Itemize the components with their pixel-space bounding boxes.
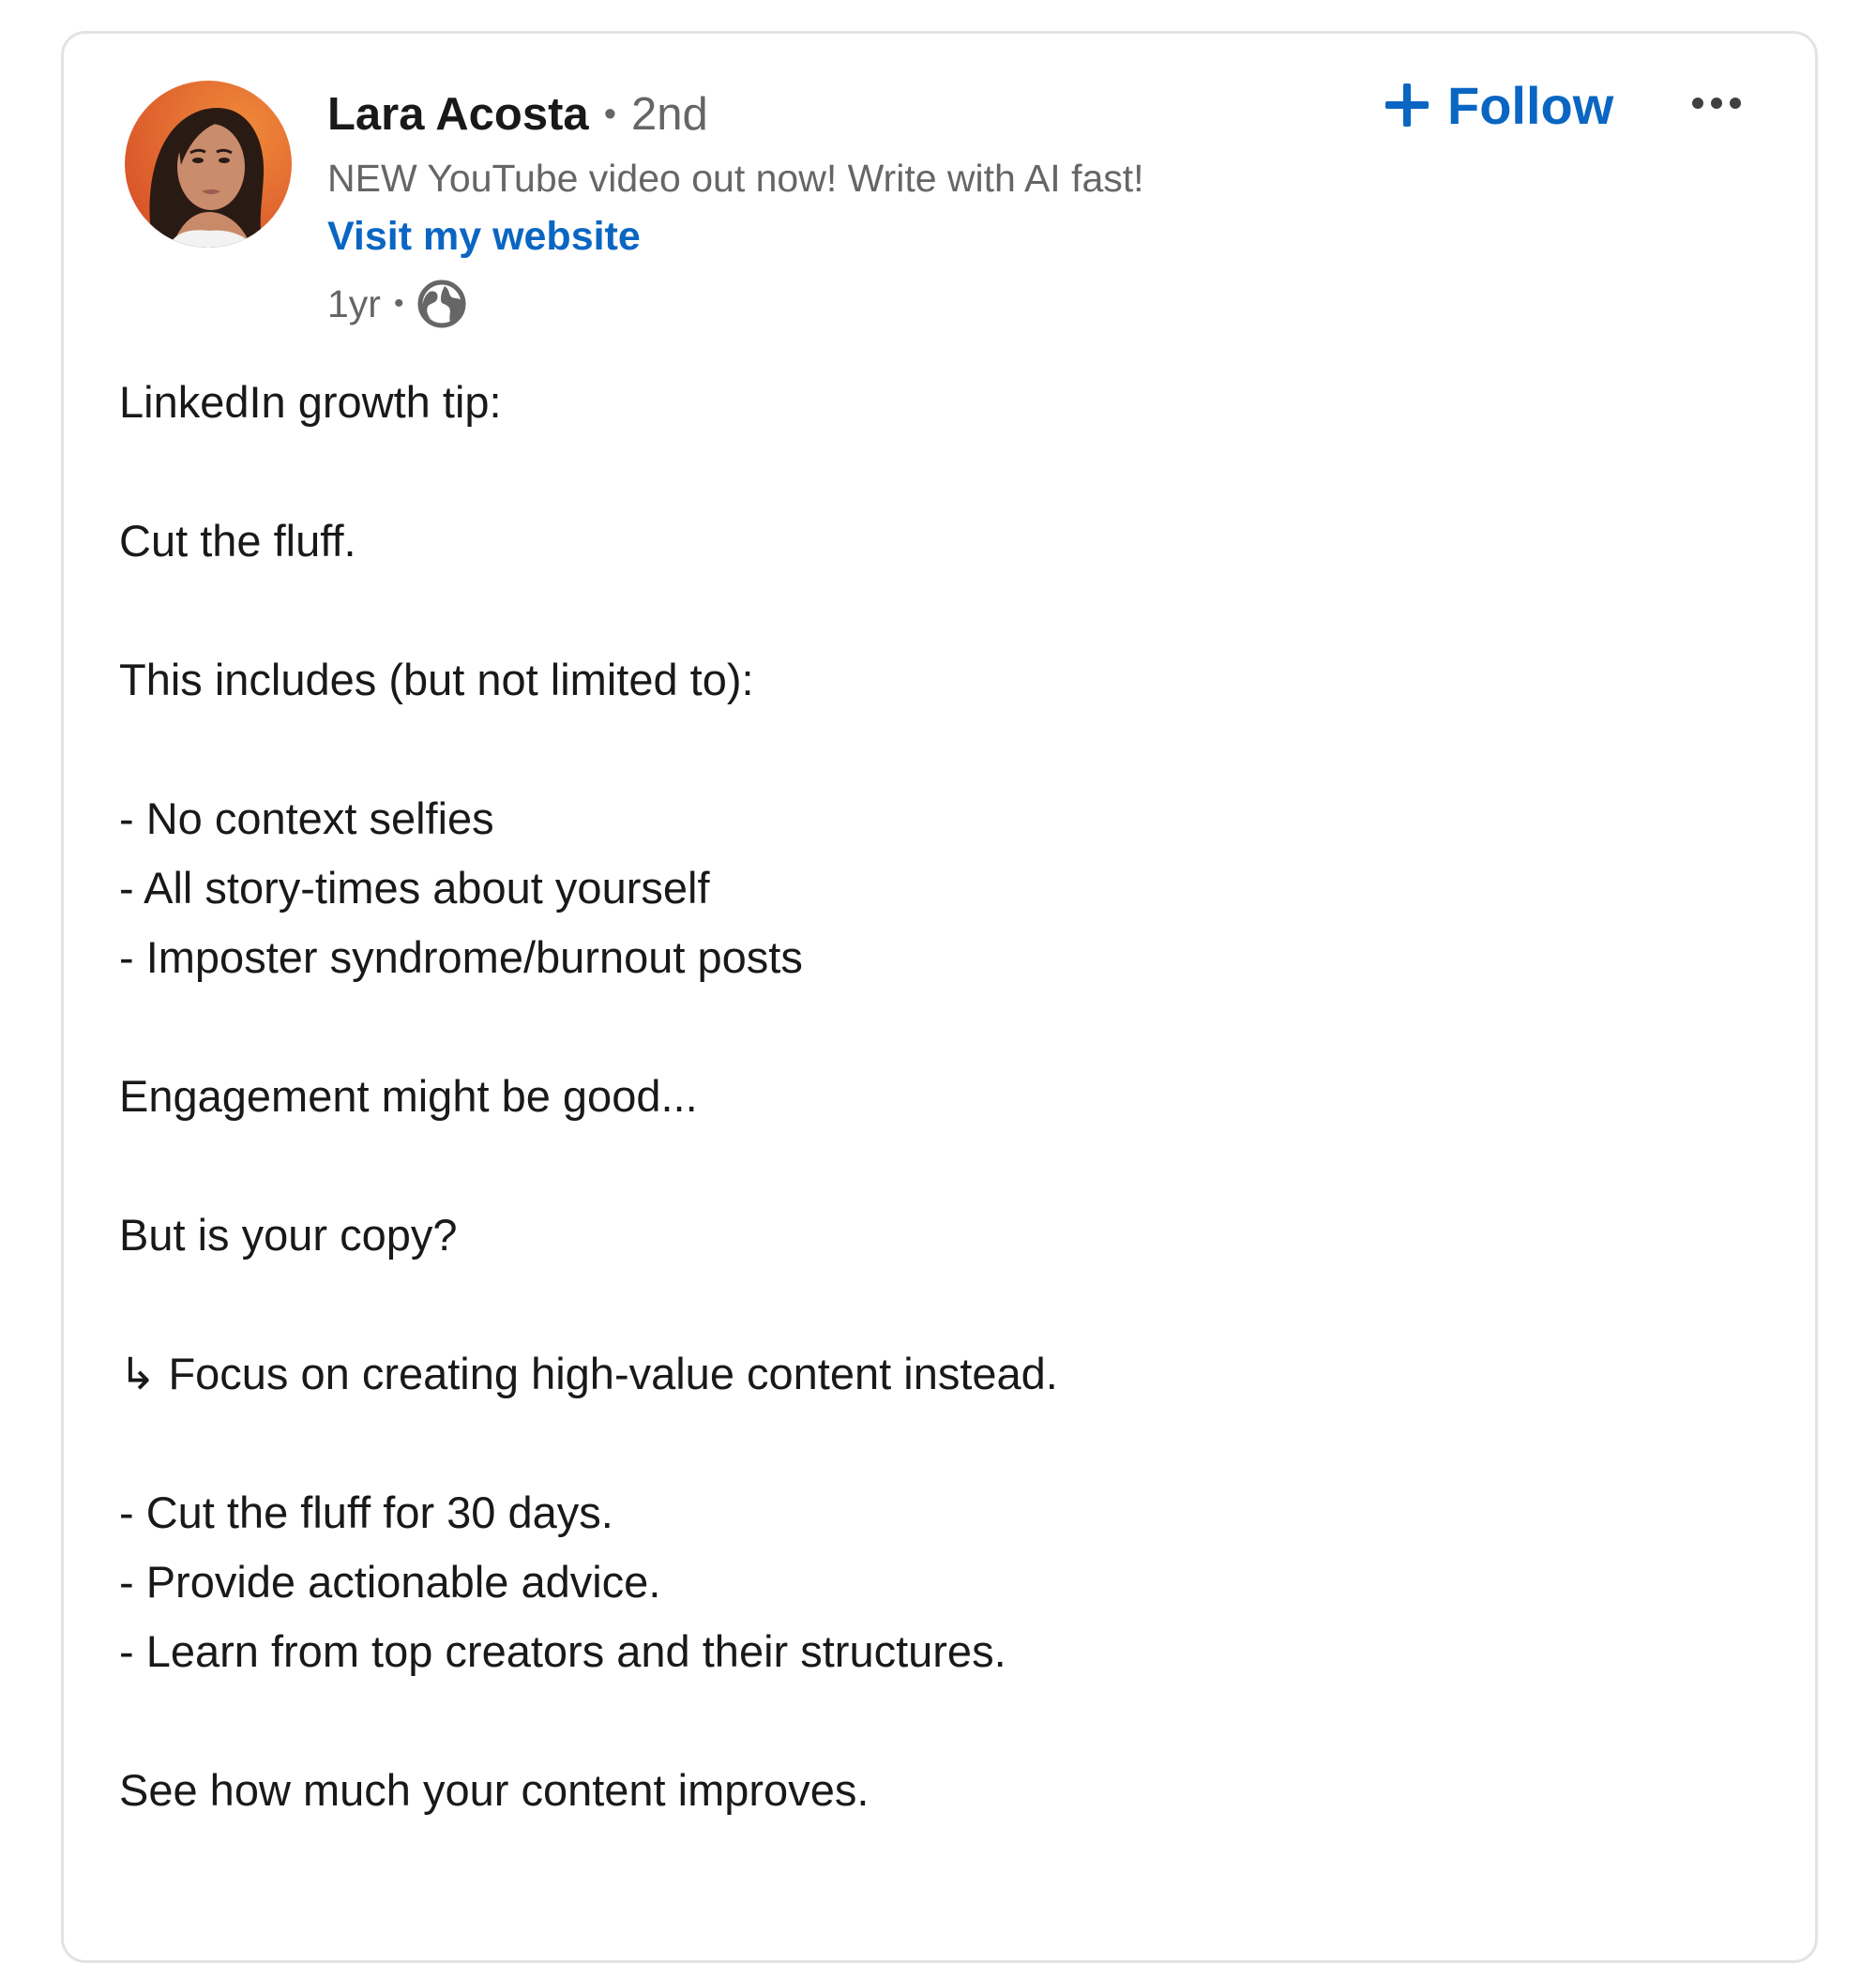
post-line: [119, 576, 1770, 645]
plus-icon: [1385, 83, 1429, 127]
avatar-portrait: [125, 81, 292, 248]
follow-button[interactable]: Follow: [1384, 66, 1613, 144]
post-body: LinkedIn growth tip: Cut the fluff. This…: [119, 368, 1770, 1825]
more-options-button[interactable]: [1688, 84, 1745, 122]
post-line: [119, 1270, 1770, 1339]
post-line: LinkedIn growth tip:: [119, 377, 502, 427]
post-line: See how much your content improves.: [119, 1765, 870, 1815]
post-line: - Learn from top creators and their stru…: [119, 1626, 1006, 1676]
post-line: - Provide actionable advice.: [119, 1557, 661, 1607]
separator-dot: •: [603, 94, 616, 134]
author-avatar[interactable]: [125, 81, 292, 248]
post-line: - Cut the fluff for 30 days.: [119, 1487, 613, 1537]
post-line: [119, 1686, 1770, 1756]
post-line: [119, 1131, 1770, 1200]
post-line: [119, 715, 1770, 784]
author-headline: NEW YouTube video out now! Write with AI…: [327, 157, 1144, 200]
post-line: But is your copy?: [119, 1210, 458, 1260]
author-line: Lara Acosta • 2nd: [327, 84, 708, 144]
post-line: - All story-times about yourself: [119, 863, 710, 913]
follow-label: Follow: [1447, 75, 1614, 135]
separator-dot: •: [393, 288, 404, 319]
post-line: - Imposter syndrome/burnout posts: [119, 932, 803, 982]
post-line: [119, 437, 1770, 506]
post-line: - No context selfies: [119, 793, 494, 843]
post-time: 1yr: [327, 281, 381, 325]
post-line: [119, 992, 1770, 1062]
visit-website-link[interactable]: Visit my website: [327, 211, 641, 262]
post-line: Cut the fluff.: [119, 516, 356, 566]
post-line: Engagement might be good...: [119, 1071, 698, 1121]
author-name[interactable]: Lara Acosta: [327, 88, 589, 141]
globe-icon: [416, 279, 467, 329]
post-line: This includes (but not limited to):: [119, 655, 754, 704]
connection-degree: 2nd: [631, 89, 708, 140]
post-meta: 1yr •: [327, 276, 467, 332]
ellipsis-icon: [1692, 98, 1741, 109]
post-line: ↳ Focus on creating high-value content i…: [119, 1349, 1058, 1398]
post-line: [119, 1409, 1770, 1478]
